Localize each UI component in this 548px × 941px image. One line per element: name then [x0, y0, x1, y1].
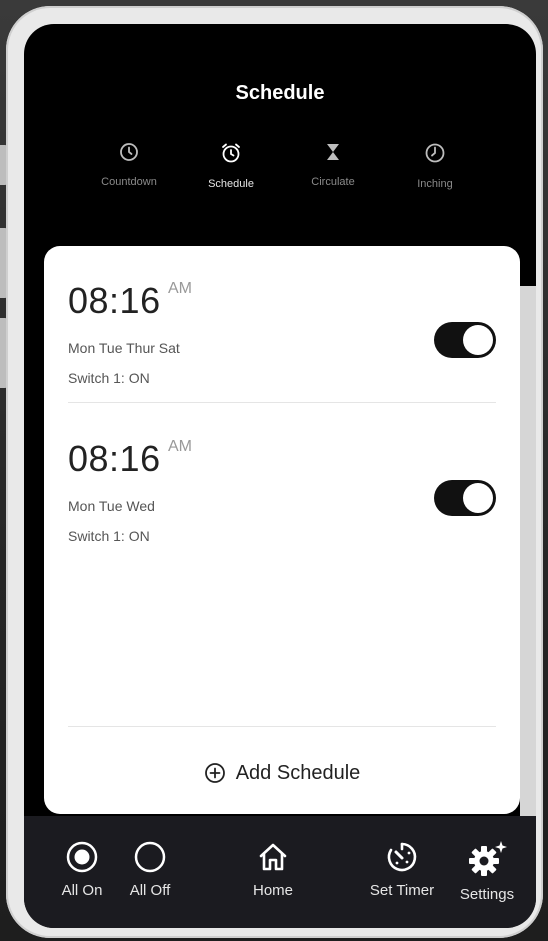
nav-label: All On — [61, 882, 103, 899]
nav-home[interactable]: Home — [238, 840, 308, 899]
schedule-time: 08:16 — [68, 438, 161, 479]
schedule-days: Mon Tue Wed — [68, 498, 155, 514]
tab-inching[interactable]: Inching — [390, 142, 480, 190]
tab-label: Countdown — [101, 176, 157, 188]
tab-countdown[interactable]: Countdown — [84, 142, 174, 188]
phone-frame: Schedule Countdown Schedule Circulate In… — [6, 6, 543, 938]
schedule-ampm: AM — [168, 438, 192, 455]
schedule-item[interactable]: 08:16 AM Mon Tue Wed Switch 1: ON — [68, 438, 498, 568]
screen: Schedule Countdown Schedule Circulate In… — [24, 24, 536, 928]
tab-label: Schedule — [208, 178, 254, 190]
schedule-toggle[interactable] — [434, 480, 496, 516]
plus-circle-icon — [204, 763, 225, 783]
divider — [68, 402, 496, 403]
radio-off-icon — [134, 841, 166, 873]
nav-label: Set Timer — [369, 882, 435, 899]
nav-label: Settings — [459, 886, 515, 903]
schedule-card: 08:16 AM Mon Tue Thur Sat Switch 1: ON 0… — [44, 246, 520, 814]
nav-set-timer[interactable]: Set Timer — [360, 840, 444, 899]
bottom-nav: All On All Off Home Set Timer Settings — [24, 816, 536, 928]
nav-all-on[interactable]: All On — [52, 840, 112, 899]
nav-label: Home — [252, 882, 293, 899]
schedule-toggle[interactable] — [434, 322, 496, 358]
clock-icon — [120, 143, 138, 161]
tab-label: Inching — [417, 178, 453, 190]
gear-sparkle-icon — [469, 841, 507, 876]
divider — [68, 726, 496, 727]
schedule-days: Mon Tue Thur Sat — [68, 340, 180, 356]
nav-settings[interactable]: Settings — [452, 840, 522, 903]
radio-on-icon — [66, 841, 98, 873]
schedule-action: Switch 1: ON — [68, 370, 150, 386]
schedule-ampm: AM — [168, 280, 192, 297]
mode-tabs: Countdown Schedule Circulate Inching — [84, 142, 484, 212]
alarm-clock-icon — [222, 143, 240, 163]
nav-all-off[interactable]: All Off — [120, 840, 180, 899]
schedule-time: 08:16 — [68, 280, 161, 321]
toggle-knob — [463, 483, 493, 513]
schedule-action: Switch 1: ON — [68, 528, 150, 544]
hourglass-icon — [327, 144, 339, 160]
page-title: Schedule — [235, 82, 325, 104]
timer-dial-icon — [387, 842, 417, 872]
toggle-knob — [463, 325, 493, 355]
tab-label: Circulate — [311, 176, 355, 188]
timer-icon — [425, 143, 445, 163]
home-icon — [259, 843, 287, 871]
tab-circulate[interactable]: Circulate — [288, 142, 378, 188]
tab-schedule[interactable]: Schedule — [186, 142, 276, 190]
nav-label: All Off — [129, 882, 171, 899]
add-schedule-button[interactable]: Add Schedule — [44, 758, 520, 788]
add-schedule-label: Add Schedule — [235, 761, 361, 784]
card-shadow — [520, 286, 536, 834]
schedule-item[interactable]: 08:16 AM Mon Tue Thur Sat Switch 1: ON — [68, 280, 498, 410]
